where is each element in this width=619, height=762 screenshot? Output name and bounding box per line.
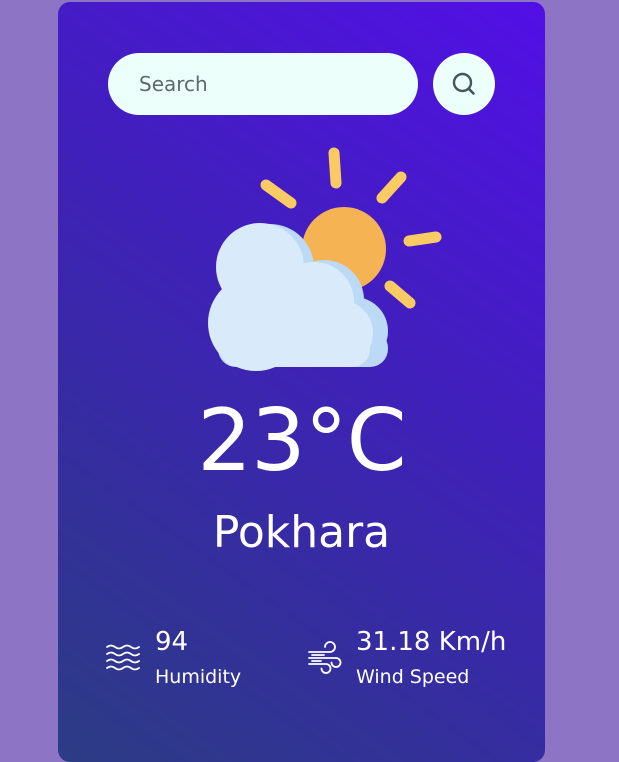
humidity-value: 94 [155, 627, 189, 657]
city-name: Pokhara [212, 507, 391, 558]
wind-detail: 31.18 Km/h Wind Speed [306, 627, 506, 689]
search-icon [452, 72, 475, 95]
search-input[interactable] [108, 53, 418, 115]
wind-icon [308, 641, 342, 674]
temperature: 23°C [197, 391, 406, 491]
partly-cloudy-sun-icon [208, 147, 442, 371]
humidity-label: Humidity [155, 666, 242, 689]
weather-card: 23°C Pokhara 94 Humidity [58, 2, 545, 762]
humidity-detail: 94 Humidity [105, 627, 241, 689]
wind-value: 31.18 Km/h [356, 627, 507, 657]
wind-text: 31.18 Km/h Wind Speed [356, 627, 506, 689]
search-button[interactable] [433, 53, 495, 115]
humidity-waves-icon [106, 644, 140, 671]
wind-label: Wind Speed [356, 666, 470, 689]
humidity-text: 94 Humidity [155, 627, 241, 689]
